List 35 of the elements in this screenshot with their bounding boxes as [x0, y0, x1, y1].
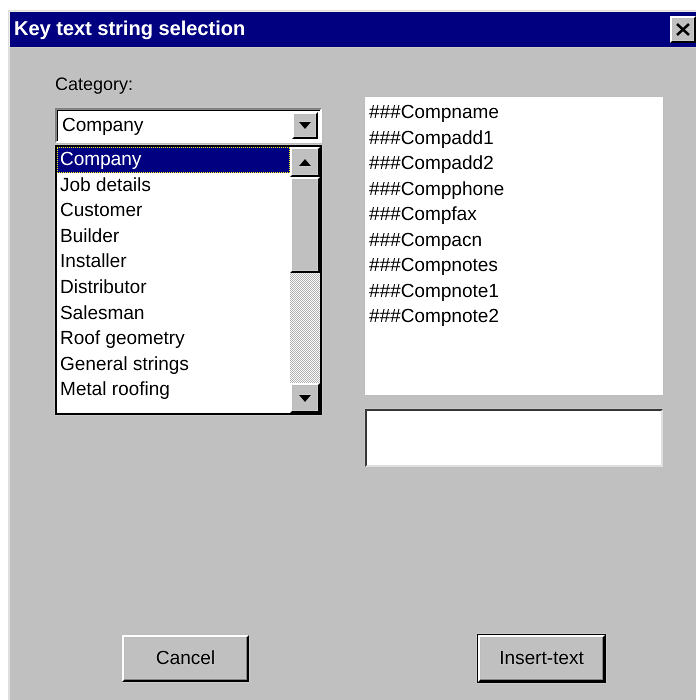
list-item[interactable]: Installer	[57, 249, 290, 275]
scroll-down-button[interactable]	[290, 383, 320, 413]
list-item[interactable]: ###Compfax	[369, 202, 659, 228]
list-item[interactable]: ###Compnote2	[369, 304, 659, 330]
scroll-up-button[interactable]	[290, 147, 320, 177]
list-item[interactable]: ###Compnotes	[369, 253, 659, 278]
list-item[interactable]: ###Compname	[369, 100, 659, 126]
caret-down-icon	[299, 122, 311, 129]
list-item[interactable]: ###Compadd1	[369, 126, 659, 151]
close-button[interactable]	[670, 16, 696, 43]
list-item[interactable]: Distributor	[57, 274, 290, 301]
list-item[interactable]: Job details	[57, 172, 290, 198]
close-icon	[676, 23, 690, 36]
scrollbar[interactable]	[290, 147, 320, 413]
list-item[interactable]: Company	[57, 147, 290, 173]
list-item[interactable]: Roof geometry	[57, 326, 290, 352]
list-item[interactable]: Metal roofing	[57, 377, 290, 403]
window-title: Key text string selection	[14, 18, 246, 41]
dropdown-button[interactable]	[292, 112, 318, 139]
list-item[interactable]: Customer	[57, 198, 290, 224]
scroll-thumb[interactable]	[290, 177, 320, 273]
insert-button[interactable]: Insert-text	[478, 635, 605, 682]
cancel-button[interactable]: Cancel	[122, 635, 249, 682]
list-item[interactable]: ###Compnote1	[369, 278, 659, 304]
text-field[interactable]	[365, 409, 663, 467]
list-item[interactable]: ###Compadd2	[369, 151, 659, 176]
list-item[interactable]: ###Compacn	[369, 228, 659, 253]
caret-down-icon	[299, 394, 311, 402]
list-item[interactable]: Salesman	[57, 300, 290, 326]
list-item[interactable]: ###Compphone	[369, 176, 659, 202]
caret-up-icon	[299, 158, 311, 166]
category-dropdown[interactable]: Company	[55, 108, 322, 143]
list-item[interactable]: General strings	[57, 352, 290, 378]
list-item[interactable]: Builder	[57, 224, 290, 250]
category-label: Category:	[55, 73, 134, 95]
